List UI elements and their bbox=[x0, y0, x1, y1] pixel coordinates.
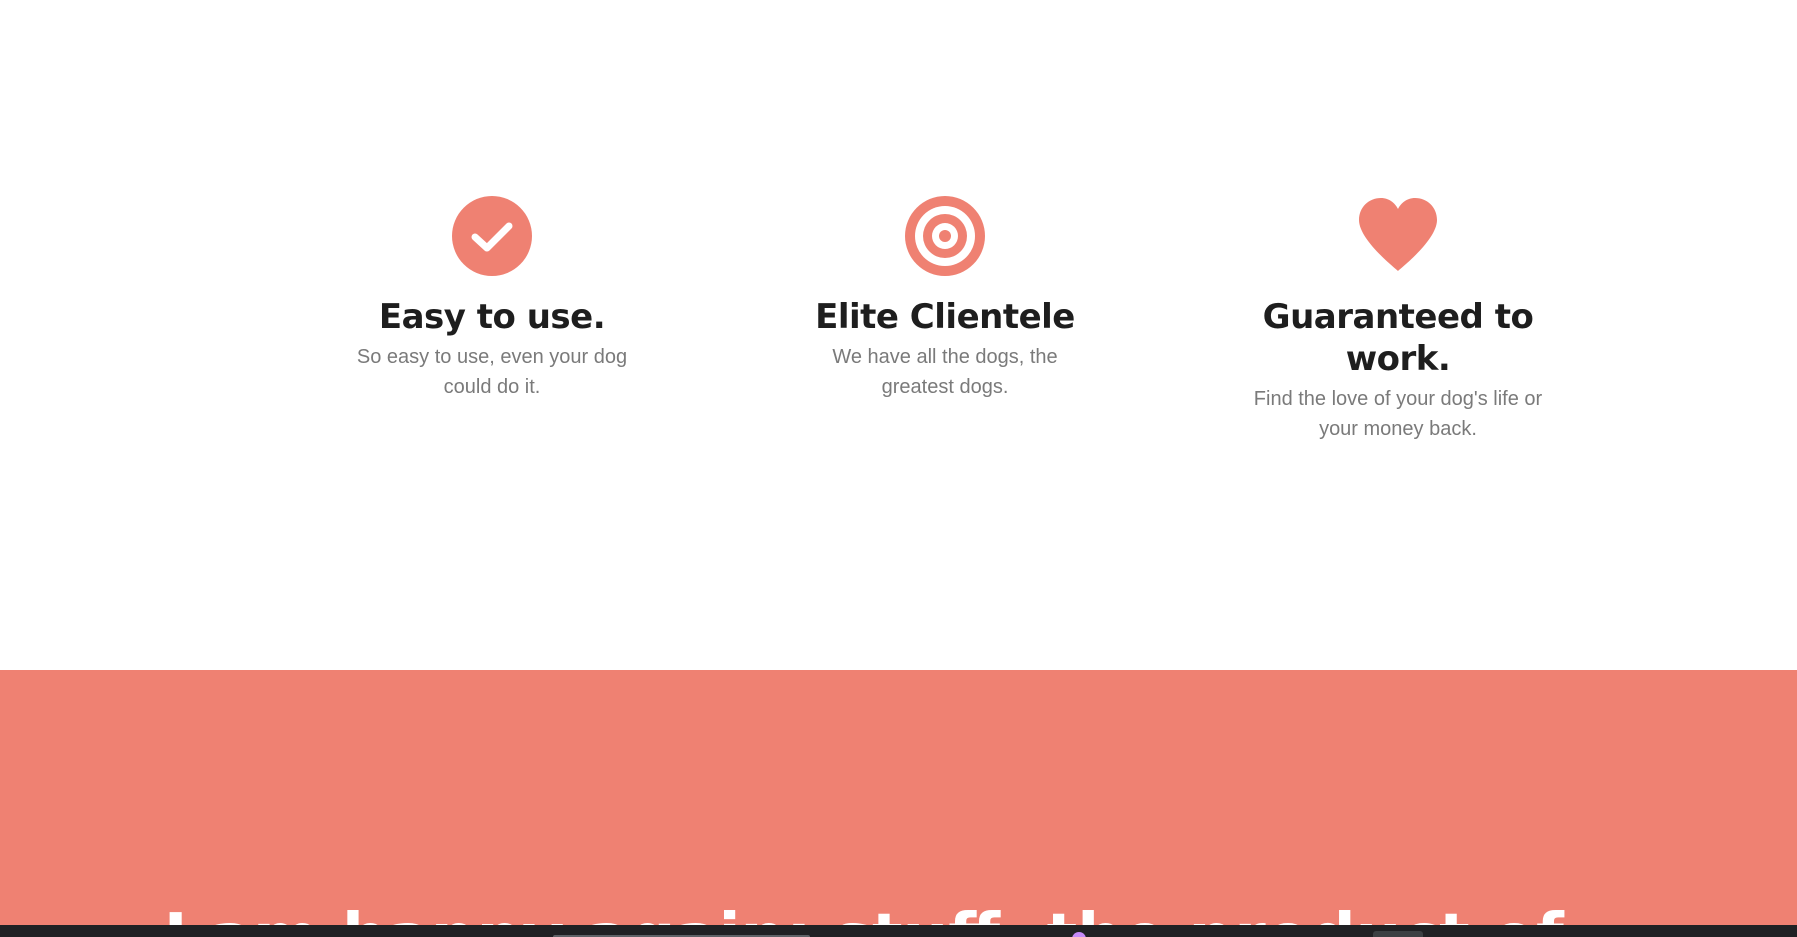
bullseye-icon bbox=[905, 196, 985, 276]
feature-elite-clientele: Elite Clientele We have all the dogs, th… bbox=[785, 195, 1105, 402]
feature-title: Easy to use. bbox=[378, 297, 606, 337]
feature-title: Guaranteed to work. bbox=[1262, 297, 1534, 379]
cta-heading: I am happy again: stuff, the product of.… bbox=[0, 902, 1797, 925]
check-circle-icon bbox=[452, 196, 532, 276]
feature-title: Elite Clientele bbox=[815, 297, 1075, 337]
cta-section: I am happy again: stuff, the product of.… bbox=[0, 670, 1797, 925]
feature-description: Find the love of your dog's life or your… bbox=[1253, 388, 1543, 440]
feature-guaranteed: Guaranteed to work. Find the love of you… bbox=[1238, 195, 1558, 444]
os-taskbar bbox=[0, 925, 1797, 937]
taskbar-app-icon[interactable] bbox=[1072, 932, 1086, 937]
taskbar-window-button[interactable] bbox=[1373, 931, 1423, 937]
page: Easy to use. So easy to use, even your d… bbox=[0, 0, 1797, 937]
features-section: Easy to use. So easy to use, even your d… bbox=[0, 0, 1797, 670]
feature-easy-to-use: Easy to use. So easy to use, even your d… bbox=[332, 195, 652, 402]
heart-icon bbox=[1359, 198, 1437, 271]
feature-description: So easy to use, even your dog could do i… bbox=[356, 346, 628, 398]
feature-description: We have all the dogs, the greatest dogs. bbox=[832, 346, 1058, 398]
